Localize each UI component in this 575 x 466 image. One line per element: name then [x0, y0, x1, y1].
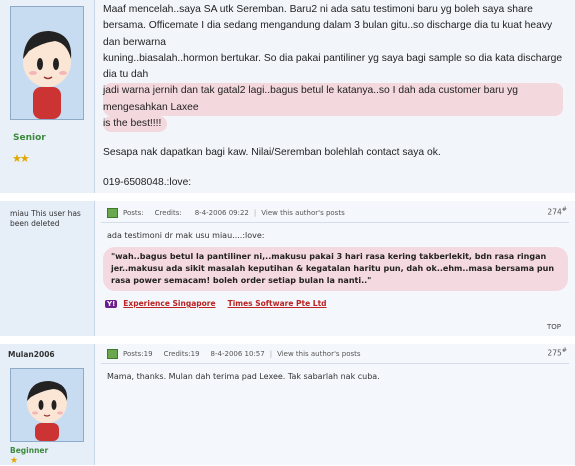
divider [0, 193, 575, 201]
post-number[interactable]: 275# [547, 347, 567, 358]
post-2-author-column: miau This user has been deleted [0, 201, 95, 336]
post-1-line-5: is the best!!!! [103, 116, 168, 133]
post-1-body: Maaf mencelah..saya SA utk Seremban. Bar… [103, 2, 563, 191]
post-1-contact: Sesapa nak dapatkan bagi kaw. Nilai/Sere… [103, 147, 441, 159]
user-rank: Beginner [10, 446, 49, 455]
post-2: miau This user has been deleted Posts: C… [0, 201, 575, 336]
post-1-author-column: Senior ★★ [0, 0, 95, 193]
posts-label: Posts: [123, 208, 144, 217]
credits-label: Credits: [154, 208, 182, 217]
rank-stars-icon: ★★ [12, 152, 30, 165]
post-meta: Posts: Credits: 8-4-2006 09:22 | View th… [107, 205, 345, 220]
post-icon [107, 348, 118, 359]
post-1-line-3: kuning..biasalah..hormon bertukar. So di… [103, 52, 563, 81]
post-number-value: 275 [547, 348, 562, 358]
post-3-content: Posts:19 Credits:19 8-4-2006 10:57 | Vie… [95, 344, 575, 465]
post-3-author-column: Mulan2006 Beginner ★ [0, 344, 95, 466]
ad-link-experience-singapore[interactable]: Experience Singapore [123, 299, 215, 308]
deleted-user-status: miau This user has been deleted [10, 209, 81, 228]
post-1-content: Maaf mencelah..saya SA utk Seremban. Bar… [95, 0, 575, 193]
ad-links: Y! Experience Singapore Times Software P… [105, 299, 327, 308]
credits-label: Credits:19 [163, 349, 200, 358]
avatar-girl-icon [11, 369, 83, 441]
view-author-posts-link[interactable]: View this author's posts [277, 350, 360, 358]
posts-label: Posts:19 [123, 349, 153, 358]
post-meta: Posts:19 Credits:19 8-4-2006 10:57 | Vie… [107, 346, 361, 361]
username[interactable]: Mulan2006 [8, 350, 55, 359]
post-date: 8-4-2006 09:22 [194, 208, 249, 217]
view-author-posts-link[interactable]: View this author's posts [261, 209, 344, 217]
user-rank: Senior [13, 133, 46, 143]
post-3-body: Mama, thanks. Mulan dah terima pad Lexee… [107, 372, 380, 381]
post-date: 8-4-2006 10:57 [210, 349, 265, 358]
ad-link-times-software[interactable]: Times Software Pte Ltd [228, 299, 327, 308]
avatar-girl-icon [11, 7, 83, 119]
post-icon [107, 207, 118, 218]
avatar [10, 368, 84, 442]
post-1-line-2: bersama. Officemate I dia sedang mengand… [103, 20, 553, 48]
avatar [10, 6, 84, 120]
post-3: Mulan2006 Beginner ★ Posts:19 Credits:19… [0, 344, 575, 466]
yahoo-icon: Y! [105, 299, 118, 308]
post-1-line-4: jadi warna jernih dan tak gatal2 lagi..b… [103, 83, 563, 117]
top-link[interactable]: TOP [547, 323, 561, 331]
post-1: Senior ★★ Maaf mencelah..saya SA utk Ser… [0, 0, 575, 193]
post-1-phone: 019-6508048.:love: [103, 176, 192, 188]
post-number-value: 274 [547, 207, 562, 217]
post-1-line-1: Maaf mencelah..saya SA utk Seremban. Bar… [103, 4, 533, 15]
divider [0, 336, 575, 344]
post-2-content: Posts: Credits: 8-4-2006 09:22 | View th… [95, 201, 575, 336]
quoted-testimonial: "wah..bagus betul la pantiliner ni,..mak… [103, 247, 568, 291]
post-2-intro: ada testimoni dr mak usu miau....:love: [107, 231, 265, 240]
post-number[interactable]: 274# [547, 206, 567, 217]
